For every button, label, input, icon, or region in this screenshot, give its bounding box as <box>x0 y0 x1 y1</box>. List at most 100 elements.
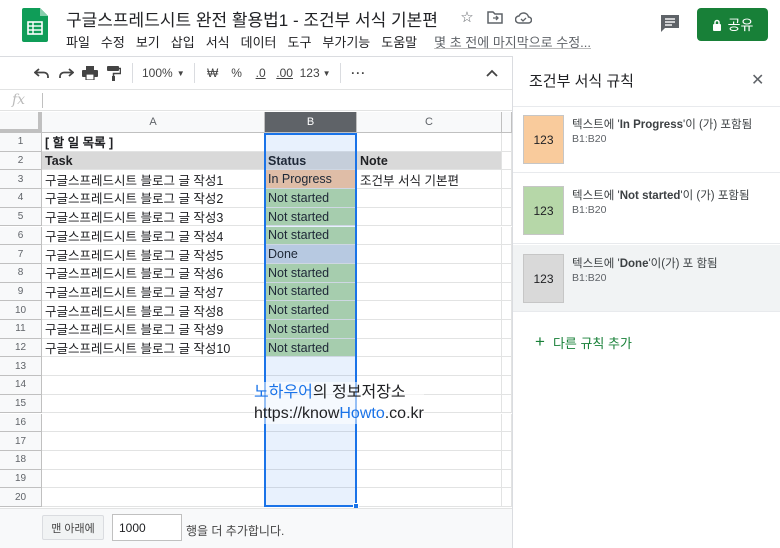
cell-b12[interactable]: Not started <box>265 338 357 358</box>
menu-format[interactable]: 서식 <box>206 32 230 51</box>
move-folder-icon[interactable] <box>486 8 504 26</box>
paint-format-icon[interactable] <box>102 61 126 85</box>
row-header[interactable]: 8 <box>0 263 42 283</box>
rule-item[interactable]: 123 텍스트에 'In Progress'이 (가) 포함됨 B1:B20 <box>513 106 780 173</box>
percent-format-button[interactable]: % <box>225 61 249 85</box>
row-header[interactable]: 20 <box>0 488 42 507</box>
add-rows-count-input[interactable]: 1000 <box>112 514 182 541</box>
cell-c12[interactable] <box>357 338 502 358</box>
cell-d6[interactable] <box>502 226 512 246</box>
cell-a7[interactable]: 구글스프레드시트 블로그 글 작성5 <box>42 245 265 264</box>
cell-b1[interactable] <box>265 133 357 152</box>
cell-c8[interactable] <box>357 263 502 283</box>
currency-format-button[interactable]: ₩ <box>201 61 225 85</box>
document-title[interactable]: 구글스프레드시트 완전 활용법1 - 조건부 서식 기본편 <box>66 6 438 31</box>
menu-tools[interactable]: 도구 <box>288 32 312 51</box>
cell-a20[interactable] <box>42 488 265 507</box>
cell-b17[interactable] <box>265 432 357 451</box>
row-header[interactable]: 18 <box>0 450 42 470</box>
row-header[interactable]: 19 <box>0 469 42 489</box>
star-icon[interactable]: ☆ <box>458 8 476 26</box>
cell-d8[interactable] <box>502 263 512 283</box>
cell-c2[interactable]: Note <box>357 151 502 171</box>
cell-c6[interactable] <box>357 226 502 246</box>
add-rows-button[interactable]: 맨 아래에 <box>42 515 104 540</box>
cell-a16[interactable] <box>42 413 265 433</box>
row-header[interactable]: 3 <box>0 170 42 190</box>
spreadsheet-grid[interactable]: A B C 1[ 할 일 목록 ] 2 Task Status Note 3 구글스프레드시트 블… <box>0 112 512 508</box>
cell-d9[interactable] <box>502 282 512 302</box>
menu-view[interactable]: 보기 <box>136 32 160 51</box>
cell-d13[interactable] <box>502 357 512 377</box>
row-header[interactable]: 13 <box>0 357 42 377</box>
cell-d3[interactable] <box>502 170 512 190</box>
cell-c4[interactable] <box>357 189 502 208</box>
cell-c18[interactable] <box>357 450 502 470</box>
cell-b9[interactable]: Not started <box>265 282 357 302</box>
row-header[interactable]: 11 <box>0 320 42 339</box>
cell-b7[interactable]: Done <box>265 245 357 264</box>
cell-a9[interactable]: 구글스프레드시트 블로그 글 작성7 <box>42 282 265 302</box>
cell-b11[interactable]: Not started <box>265 320 357 339</box>
more-options-icon[interactable]: ··· <box>347 61 371 85</box>
zoom-select[interactable]: 100% ▼ <box>139 61 188 85</box>
cell-c5[interactable] <box>357 207 502 227</box>
row-header[interactable]: 10 <box>0 301 42 320</box>
cell-b19[interactable] <box>265 469 357 489</box>
cell-a14[interactable] <box>42 376 265 395</box>
cell-c10[interactable] <box>357 301 502 320</box>
last-edit-link[interactable]: 몇 초 전에 마지막으로 수정... <box>434 32 591 51</box>
close-icon[interactable]: ✕ <box>751 70 764 90</box>
share-button[interactable]: 공유 <box>697 8 768 41</box>
menu-data[interactable]: 데이터 <box>241 32 277 51</box>
decrease-decimal-button[interactable]: .0 <box>249 61 273 85</box>
cell-a15[interactable] <box>42 394 265 414</box>
row-header[interactable]: 17 <box>0 432 42 451</box>
row-header[interactable]: 7 <box>0 245 42 264</box>
rule-item[interactable]: 123 텍스트에 'Done'이(가) 포 함됨 B1:B20 <box>513 245 780 312</box>
col-header-b[interactable]: B <box>265 112 357 133</box>
cell-a13[interactable] <box>42 357 265 377</box>
undo-icon[interactable] <box>30 61 54 85</box>
add-rule-button[interactable]: + 다른 규칙 추가 <box>535 332 632 352</box>
cell-c13[interactable] <box>357 357 502 377</box>
cell-b13[interactable] <box>265 357 357 377</box>
cell-b18[interactable] <box>265 450 357 470</box>
cell-b3[interactable]: In Progress <box>265 170 357 190</box>
menu-help[interactable]: 도움말 <box>381 32 417 51</box>
row-header[interactable]: 15 <box>0 394 42 414</box>
cell-c17[interactable] <box>357 432 502 451</box>
menu-file[interactable]: 파일 <box>66 32 90 51</box>
sheets-logo-icon[interactable] <box>22 8 48 42</box>
row-header[interactable]: 1 <box>0 133 42 152</box>
cell-d5[interactable] <box>502 207 512 227</box>
cell-d14[interactable] <box>502 376 512 395</box>
menu-edit[interactable]: 수정 <box>101 32 125 51</box>
cell-c1[interactable] <box>357 133 502 152</box>
cell-d15[interactable] <box>502 394 512 414</box>
redo-icon[interactable] <box>54 61 78 85</box>
cell-c19[interactable] <box>357 469 502 489</box>
cloud-status-icon[interactable] <box>514 8 532 26</box>
cell-d11[interactable] <box>502 320 512 339</box>
cell-d19[interactable] <box>502 469 512 489</box>
select-all-corner[interactable] <box>0 112 42 133</box>
cell-a12[interactable]: 구글스프레드시트 블로그 글 작성10 <box>42 338 265 358</box>
cell-b6[interactable]: Not started <box>265 226 357 246</box>
cell-b20[interactable] <box>265 488 357 507</box>
cell-b2[interactable]: Status <box>265 151 357 171</box>
cell-d10[interactable] <box>502 301 512 320</box>
cell-d17[interactable] <box>502 432 512 451</box>
print-icon[interactable] <box>78 61 102 85</box>
col-header-c[interactable]: C <box>357 112 502 133</box>
cell-d2[interactable] <box>502 151 512 171</box>
cell-d12[interactable] <box>502 338 512 358</box>
cell-a1[interactable]: [ 할 일 목록 ] <box>42 133 265 152</box>
cell-d18[interactable] <box>502 450 512 470</box>
collapse-toolbar-icon[interactable] <box>486 65 498 80</box>
formula-bar[interactable]: fx <box>0 89 512 111</box>
cell-a4[interactable]: 구글스프레드시트 블로그 글 작성2 <box>42 189 265 208</box>
cell-a2[interactable]: Task <box>42 151 265 171</box>
row-header[interactable]: 12 <box>0 338 42 358</box>
cell-b5[interactable]: Not started <box>265 207 357 227</box>
